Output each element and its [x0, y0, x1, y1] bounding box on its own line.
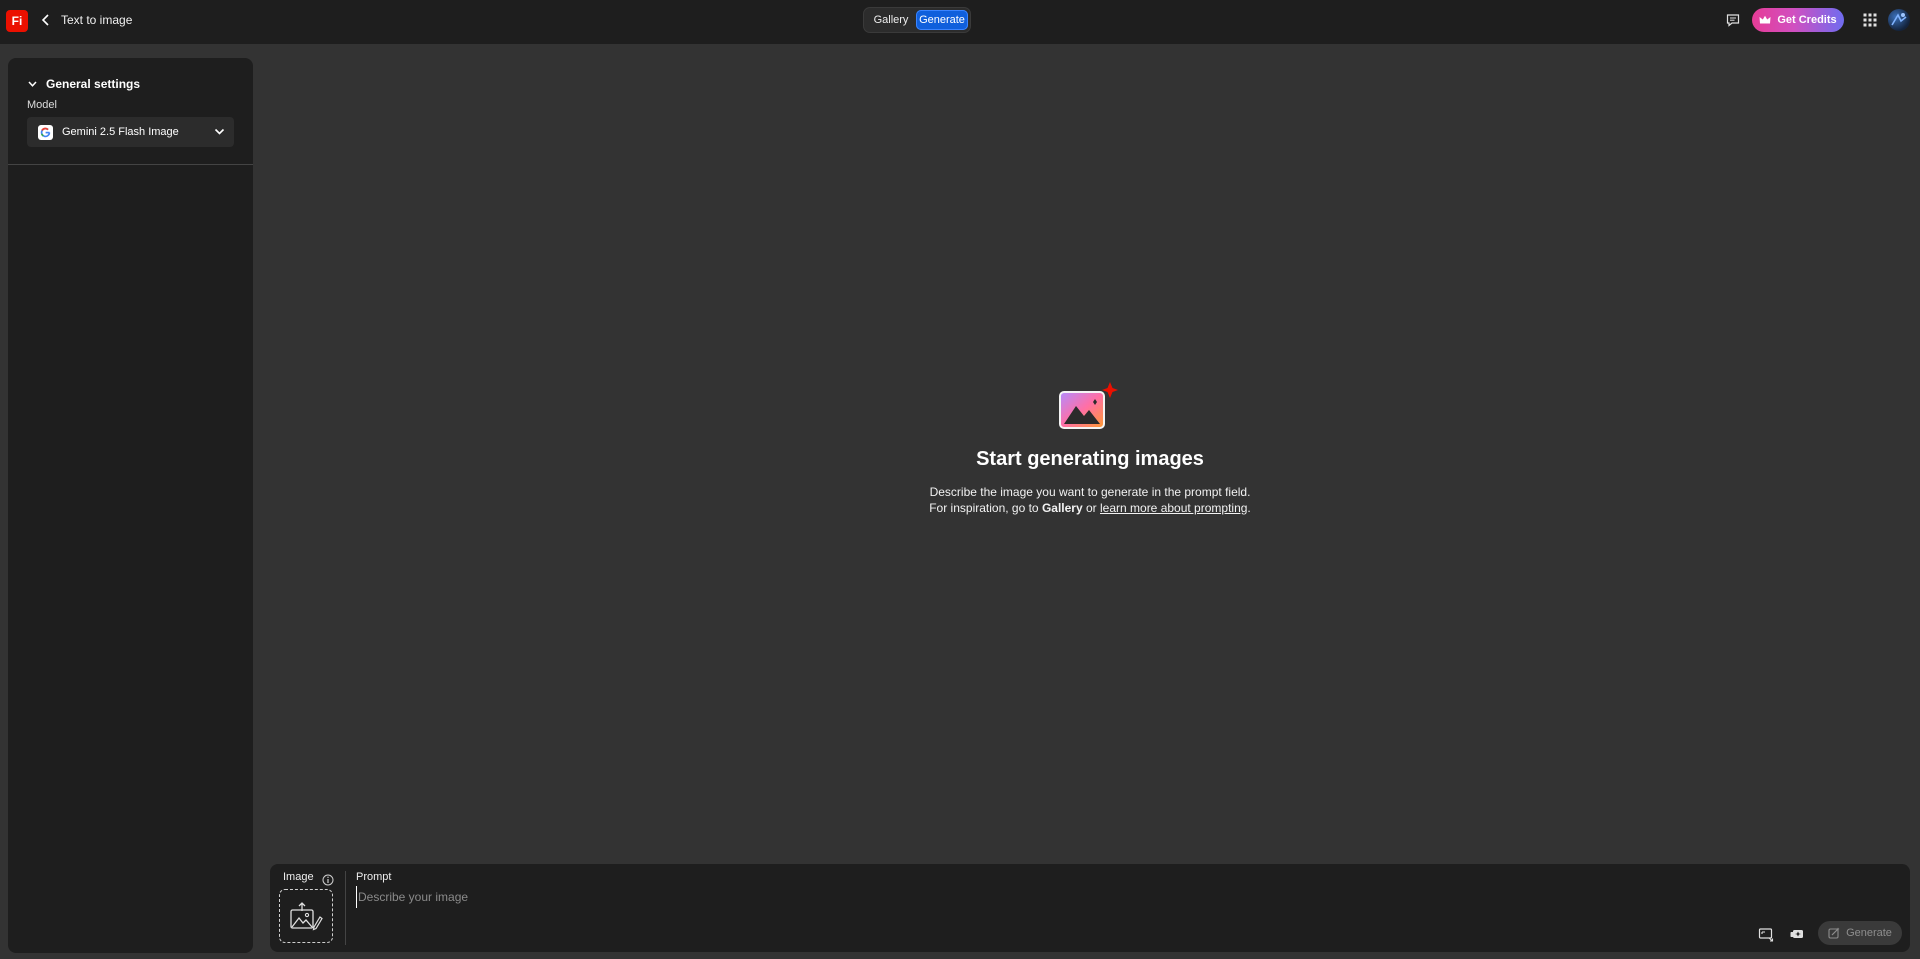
- chevron-down-icon: [28, 81, 37, 87]
- style-reference-icon[interactable]: [1789, 926, 1805, 942]
- apps-button[interactable]: [1862, 12, 1878, 28]
- gallery-link[interactable]: Gallery: [1042, 501, 1083, 515]
- aspect-ratio-icon[interactable]: [1758, 926, 1774, 942]
- settings-sidebar: General settings Model Gemini 2.5 Flash …: [8, 58, 253, 953]
- generate-icon: [1828, 927, 1840, 939]
- view-switcher: Gallery Generate: [863, 7, 971, 33]
- info-icon[interactable]: [322, 874, 334, 886]
- chevron-down-icon: [214, 128, 225, 135]
- feedback-button[interactable]: [1725, 12, 1741, 28]
- general-settings-toggle[interactable]: General settings: [28, 77, 140, 91]
- tab-gallery[interactable]: Gallery: [867, 10, 915, 30]
- generate-button[interactable]: Generate: [1818, 921, 1902, 945]
- avatar-image: [1891, 13, 1907, 26]
- user-avatar[interactable]: [1888, 9, 1910, 31]
- model-dropdown[interactable]: Gemini 2.5 Flash Image: [27, 117, 234, 147]
- get-credits-label: Get Credits: [1777, 14, 1837, 26]
- image-upload-button[interactable]: [279, 889, 333, 943]
- prompt-divider: [345, 871, 346, 945]
- image-upload-icon: [290, 902, 323, 931]
- chevron-left-icon: [41, 14, 49, 26]
- prompt-input[interactable]: [356, 886, 1456, 908]
- tab-generate[interactable]: Generate: [916, 10, 968, 30]
- back-button[interactable]: [38, 11, 54, 29]
- period-text: .: [1247, 501, 1251, 515]
- model-value: Gemini 2.5 Flash Image: [62, 126, 179, 138]
- model-label: Model: [27, 99, 57, 111]
- crown-icon: [1759, 15, 1771, 24]
- image-sparkle-icon: [1059, 382, 1118, 429]
- prompt-bar: Image Prompt Generate: [270, 864, 1910, 952]
- empty-state-line1: Describe the image you want to generate …: [929, 485, 1251, 499]
- sidebar-divider: [8, 164, 253, 165]
- prompt-label: Prompt: [356, 871, 392, 883]
- google-logo-icon: [38, 125, 53, 140]
- or-text: or: [1082, 501, 1100, 515]
- empty-state-line2: For inspiration, go to Gallery or learn …: [860, 500, 1320, 516]
- app-grid-icon: [1863, 13, 1877, 27]
- general-settings-title: General settings: [46, 77, 141, 91]
- line2-prefix: For inspiration, go to: [929, 501, 1042, 515]
- app-logo[interactable]: Fi: [6, 10, 28, 32]
- page-title: Text to image: [61, 13, 133, 27]
- generate-label: Generate: [1846, 927, 1892, 939]
- image-label: Image: [283, 871, 314, 883]
- empty-state-title: Start generating images: [976, 448, 1204, 470]
- learn-prompting-link[interactable]: learn more about prompting: [1100, 501, 1247, 515]
- top-bar: Fi Text to image Gallery Generate Get Cr…: [0, 0, 1920, 44]
- empty-state-description: Describe the image you want to generate …: [860, 484, 1320, 516]
- feedback-icon: [1726, 14, 1740, 27]
- get-credits-button[interactable]: Get Credits: [1752, 8, 1844, 32]
